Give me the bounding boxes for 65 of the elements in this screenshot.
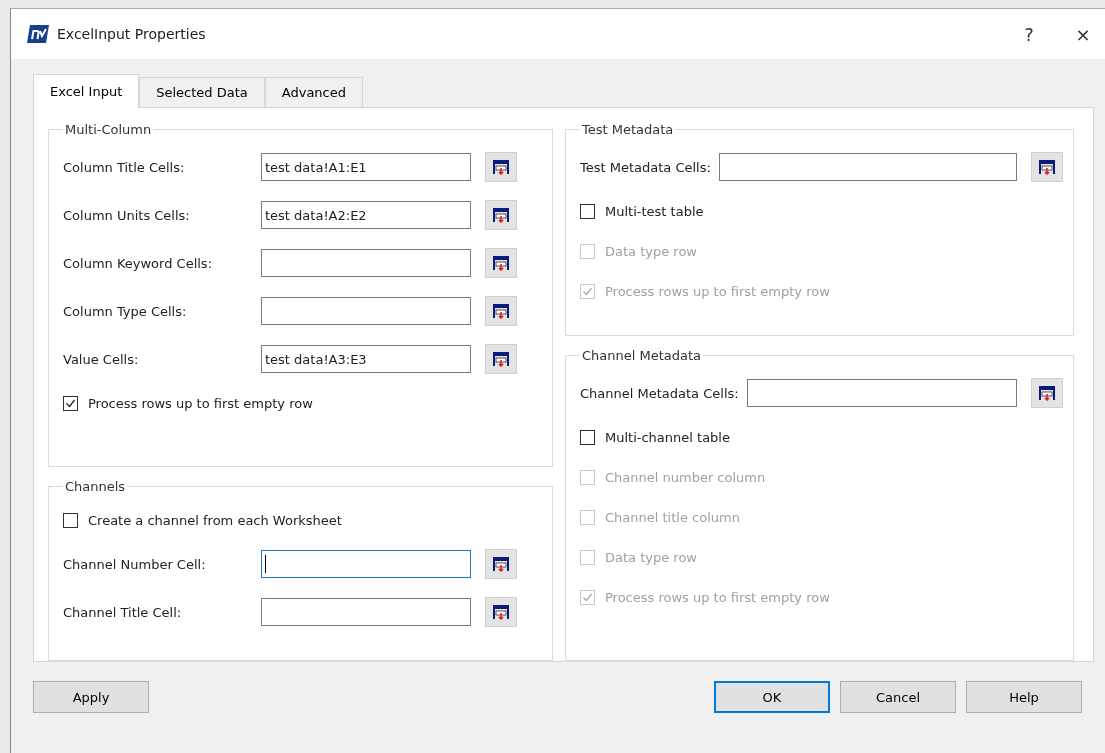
range-input-field[interactable] (718, 153, 1017, 181)
range-picker-button[interactable] (485, 248, 517, 278)
range-picker-icon (492, 207, 510, 223)
checkbox-label: Multi-test table (605, 203, 704, 219)
range-picker-icon (1038, 159, 1056, 175)
range-input-field[interactable] (261, 297, 471, 325)
field-label: Column Units Cells: (63, 207, 191, 223)
field-label: Value Cells: (63, 351, 140, 367)
range-input-field[interactable] (261, 550, 471, 579)
checkbox-label: Create a channel from each Worksheet (88, 512, 342, 528)
range-picker-icon (492, 604, 510, 621)
group-title: Test Metadata (581, 122, 675, 137)
app-logo-icon (27, 25, 49, 43)
checkbox[interactable] (580, 203, 595, 219)
range-picker-button[interactable] (485, 152, 517, 182)
group-title: Multi-Column (64, 122, 153, 137)
range-picker-icon (492, 255, 510, 271)
dialog-button[interactable]: OK (714, 681, 830, 713)
checkbox[interactable] (63, 512, 78, 528)
field-label: Channel Number Cell: (63, 556, 207, 572)
checkbox-label: Data type row (605, 549, 697, 565)
checkbox[interactable] (580, 429, 595, 445)
range-input-field[interactable] (261, 598, 471, 627)
range-input-field[interactable] (746, 379, 1017, 408)
range-picker-button[interactable] (1031, 152, 1063, 182)
checkbox-label: Multi-channel table (605, 429, 730, 445)
field-label: Channel Metadata Cells: (580, 385, 739, 401)
range-picker-icon (1038, 385, 1056, 402)
field-label: Column Type Cells: (63, 303, 188, 319)
range-input-field[interactable] (261, 249, 471, 277)
range-picker-icon (492, 303, 510, 319)
checkbox-label: Data type row (605, 243, 697, 259)
group-title: Channels (64, 479, 127, 495)
range-picker-button[interactable] (485, 200, 517, 230)
dialog-button[interactable]: Cancel (840, 681, 956, 713)
window-title: ExcelInput Properties (57, 26, 207, 42)
range-picker-button[interactable] (485, 344, 517, 374)
range-picker-button[interactable] (1031, 378, 1063, 409)
range-picker-icon (492, 556, 510, 573)
dialog-button[interactable]: Apply (33, 681, 149, 713)
help-button[interactable]: ? (1006, 14, 1052, 54)
checkbox-label: Process rows up to first empty row (88, 395, 313, 411)
range-picker-button[interactable] (485, 296, 517, 326)
checkbox-label: Channel number column (605, 469, 766, 485)
group-title: Channel Metadata (581, 348, 703, 364)
checkbox-label: Process rows up to first empty row (605, 283, 830, 299)
tab[interactable]: Excel Input (33, 74, 140, 108)
field-label: Channel Title Cell: (63, 604, 183, 620)
range-picker-icon (492, 159, 510, 175)
field-label: Column Title Cells: (63, 159, 186, 175)
tab[interactable]: Advanced (264, 77, 363, 107)
dialog-button[interactable]: Help (966, 681, 1082, 713)
close-button[interactable]: × (1060, 14, 1105, 54)
field-label: Test Metadata Cells: (580, 159, 711, 175)
range-picker-icon (492, 351, 510, 367)
range-input-field[interactable]: test data!A1:E1 (261, 153, 471, 181)
range-input-field[interactable]: test data!A2:E2 (261, 201, 471, 229)
range-input-field[interactable]: test data!A3:E3 (261, 345, 471, 373)
range-picker-button[interactable] (485, 549, 517, 580)
tab[interactable]: Selected Data (139, 77, 265, 107)
field-label: Column Keyword Cells: (63, 255, 214, 271)
checkbox-label: Channel title column (605, 509, 740, 525)
checkbox[interactable] (63, 395, 78, 411)
range-picker-button[interactable] (485, 597, 517, 628)
checkbox-label: Process rows up to first empty row (605, 589, 830, 605)
